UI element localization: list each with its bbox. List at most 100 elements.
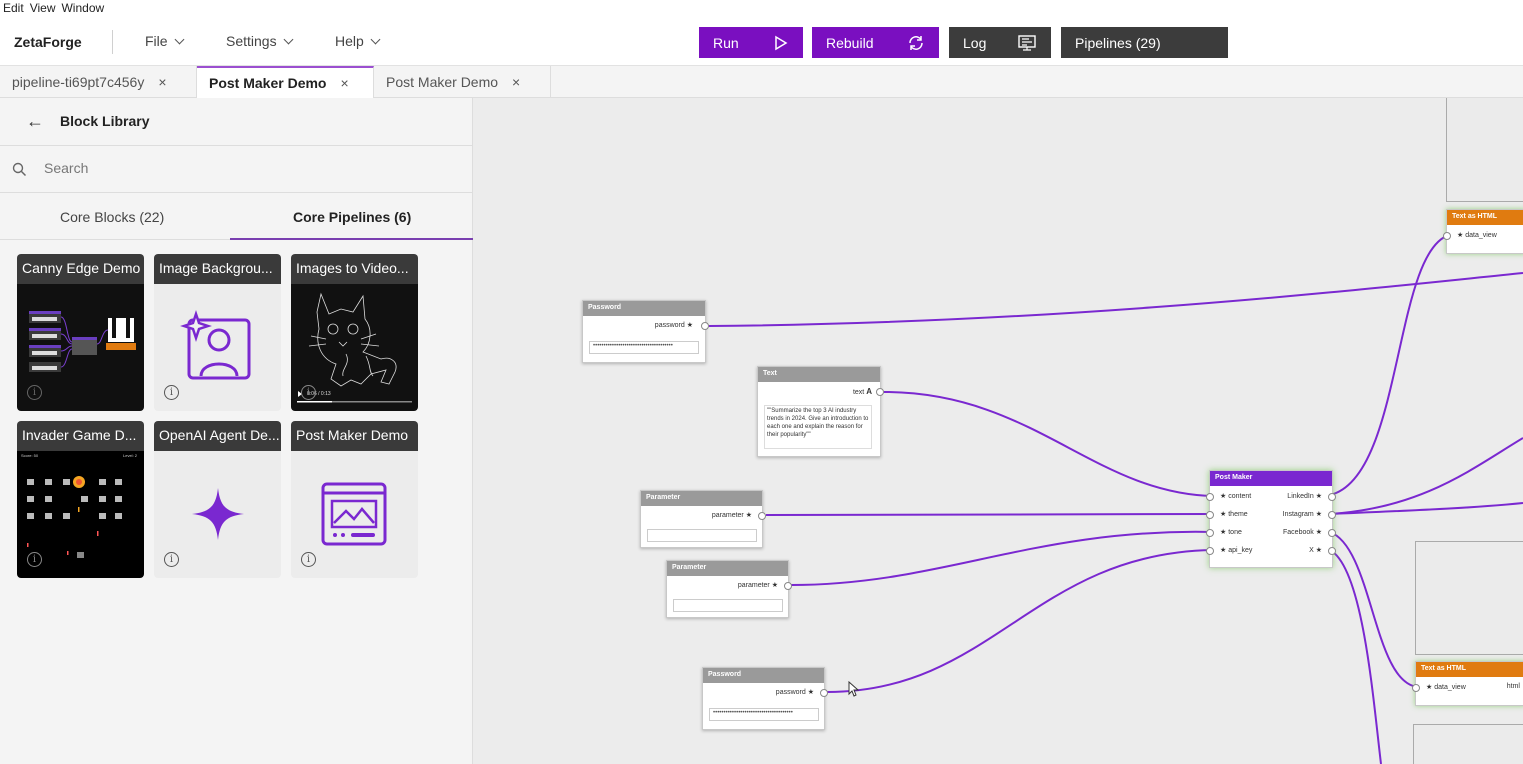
input-port-label: ★ data_view [1457,232,1497,239]
input-port[interactable] [1412,684,1420,692]
tab-core-blocks[interactable]: Core Blocks (22) [60,209,164,225]
settings-menu[interactable]: Settings [226,33,294,49]
close-icon[interactable]: × [512,74,520,90]
port-label: parameter ★ [711,512,752,519]
parameter-node[interactable]: Parameter parameter ★ [640,490,766,548]
parameter-field[interactable] [647,529,757,542]
output-port[interactable] [701,322,709,330]
input-port-label: ★ data_view [1426,684,1466,691]
post-maker-node[interactable]: Post Maker ★ content ★ theme ★ tone ★ ap… [1206,470,1336,568]
pipeline-card-openai-agent[interactable]: OpenAI Agent De... i [154,421,281,578]
input-port[interactable] [1206,493,1214,501]
app-header: ZetaForge File Settings Help Run Rebuild… [0,18,1523,66]
pipeline-card-invader-game[interactable]: Invader Game D... Score: 50 Level: 2 i [17,421,144,578]
text-as-html-node[interactable]: Text as HTML ★ data_view [1443,209,1523,254]
output-port[interactable] [1328,529,1336,537]
input-port[interactable] [1206,511,1214,519]
output-port[interactable] [876,388,884,396]
input-port[interactable] [1443,232,1451,240]
port-name: text [852,389,865,396]
parameter-field[interactable] [673,599,783,612]
menu-window[interactable]: Window [58,1,107,15]
file-menu[interactable]: File [145,33,185,49]
tab-bar: pipeline-ti69pt7c456y × Post Maker Demo … [0,66,1523,98]
info-icon[interactable]: i [301,385,316,400]
menu-edit[interactable]: Edit [0,1,27,15]
close-icon[interactable]: × [158,74,166,90]
card-title: Images to Video... [291,254,418,284]
tab-label: Post Maker Demo [386,74,499,90]
file-menu-label: File [145,33,168,49]
settings-menu-label: Settings [226,33,277,49]
pipeline-card-post-maker[interactable]: Post Maker Demo i [291,421,418,578]
pipeline-card-image-background[interactable]: Image Backgrou... i [154,254,281,411]
parameter-node[interactable]: Parameter parameter ★ [666,560,792,618]
wire [708,272,1523,327]
output-port-label: Facebook ★ [1283,529,1322,536]
card-title: OpenAI Agent De... [154,421,281,451]
invader-game-thumbnail: Score: 50 Level: 2 i [17,451,144,578]
search-input[interactable] [44,160,424,176]
output-port[interactable] [758,512,766,520]
menu-view[interactable]: View [27,1,59,15]
pipelines-button[interactable]: Pipelines (29) [1061,27,1228,58]
run-label: Run [713,34,739,51]
pipeline-card-images-to-video[interactable]: Images to Video... 0:06 / 0:13 i [291,254,418,411]
input-port[interactable] [1206,529,1214,537]
port-label: password ★ [654,322,693,329]
input-port-label: ★ api_key [1220,547,1253,554]
output-port[interactable] [1328,511,1336,519]
info-icon[interactable]: i [164,385,179,400]
pipeline-canvas[interactable]: Password password ★ ••••••••••••••••••••… [473,98,1523,764]
output-port[interactable] [1328,493,1336,501]
log-button[interactable]: Log [949,27,1051,58]
app-brand: ZetaForge [14,34,82,50]
block-library-title: Block Library [60,113,150,129]
password-field[interactable]: •••••••••••••••••••••••••••••••••••••• [709,708,819,721]
input-port-label: ★ theme [1220,511,1248,518]
password-node[interactable]: Password password ★ ••••••••••••••••••••… [582,300,709,363]
info-icon[interactable]: i [27,552,42,567]
text-as-html-node[interactable]: Text as HTML ★ data_view html [1412,661,1523,706]
output-port[interactable] [1328,547,1336,555]
wire [1329,234,1450,496]
port-name: content [1228,493,1252,500]
port-label: password ★ [775,689,814,696]
tab-core-pipelines[interactable]: Core Pipelines (6) [293,209,411,225]
rebuild-label: Rebuild [826,34,874,51]
output-port[interactable] [784,582,792,590]
node-title: Text as HTML [1447,210,1523,225]
back-arrow-icon[interactable]: ← [26,111,44,132]
text-node[interactable]: Text text A ""Summarize the top 3 AI ind… [757,366,884,457]
view-panel [1413,724,1523,764]
info-icon[interactable]: i [164,552,179,567]
node-title: Parameter [641,491,762,506]
tab-pipeline[interactable]: pipeline-ti69pt7c456y × [0,66,197,98]
run-button[interactable]: Run [699,27,803,58]
port-name: password [775,689,806,696]
text-area[interactable]: ""Summarize the top 3 AI industry trends… [764,405,872,449]
password-node[interactable]: Password password ★ ••••••••••••••••••••… [702,667,828,730]
port-name: parameter [711,512,744,519]
wire [765,513,1214,516]
wire [1329,502,1523,515]
help-menu[interactable]: Help [335,33,381,49]
info-icon[interactable]: i [301,552,316,567]
output-port[interactable] [820,689,828,697]
tab-post-maker[interactable]: Post Maker Demo × [374,66,551,98]
rebuild-button[interactable]: Rebuild [812,27,939,58]
chevron-down-icon [283,34,294,44]
mouse-cursor-icon [848,681,860,697]
info-icon[interactable]: i [27,385,42,400]
port-name: password [654,322,685,329]
input-port[interactable] [1206,547,1214,555]
pipeline-card-canny-edge[interactable]: Canny Edge Demo i [17,254,144,411]
node-title: Post Maker [1210,471,1332,486]
tab-label: Post Maker Demo [209,75,327,91]
port-name: X [1309,547,1314,554]
close-icon[interactable]: × [340,75,348,91]
output-port-label: Instagram ★ [1282,511,1322,518]
tab-post-maker-active[interactable]: Post Maker Demo × [197,66,374,98]
password-field[interactable]: •••••••••••••••••••••••••••••••••••••• [589,341,699,354]
connection-wires [708,234,1523,764]
